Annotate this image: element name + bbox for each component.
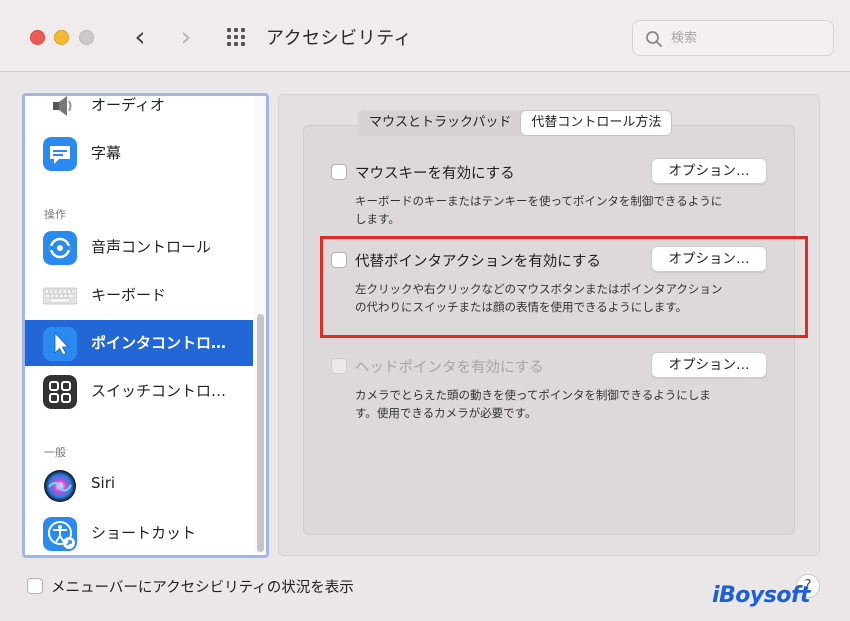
forward-button[interactable]: › bbox=[174, 22, 198, 52]
sidebar-item-label: 音声コントロール bbox=[91, 238, 212, 256]
voice-control-icon bbox=[43, 231, 77, 265]
search-icon bbox=[646, 31, 662, 47]
close-window-button[interactable] bbox=[30, 30, 45, 45]
switch-control-icon bbox=[43, 375, 77, 409]
captions-icon bbox=[43, 137, 77, 171]
sidebar-item-shortcut[interactable]: ショートカット bbox=[25, 510, 253, 555]
highlight-annotation bbox=[320, 236, 808, 338]
keyboard-icon bbox=[43, 287, 77, 305]
grid-icon[interactable] bbox=[226, 27, 246, 47]
segmented-tabs: マウスとトラックパッド 代替コントロール方法 bbox=[358, 110, 673, 136]
sidebar-item-label: ポインタコントロ… bbox=[91, 334, 227, 352]
speaker-icon bbox=[43, 96, 77, 123]
tab-mouse-trackpad[interactable]: マウスとトラックパッド bbox=[359, 111, 521, 135]
option-title: ヘッドポインタを有効にする bbox=[355, 360, 544, 376]
show-in-menubar-checkbox[interactable] bbox=[27, 578, 43, 594]
sidebar: オーディオ 字幕 操作 音声コントロール キーボード ポインタコントロ… スイッ… bbox=[22, 93, 269, 558]
sidebar-item-label: ショートカット bbox=[91, 524, 197, 542]
watermark-logo: iBoysoft bbox=[712, 583, 811, 608]
minimize-window-button[interactable] bbox=[54, 30, 69, 45]
sidebar-scrollbar-thumb[interactable] bbox=[257, 314, 264, 552]
show-in-menubar-label[interactable]: メニューバーにアクセシビリティの状況を表示 bbox=[51, 576, 354, 597]
sidebar-item-label: Siri bbox=[91, 474, 116, 492]
sidebar-item-captions[interactable]: 字幕 bbox=[25, 130, 253, 176]
mouse-keys-checkbox[interactable] bbox=[331, 164, 347, 180]
pointer-icon bbox=[43, 327, 77, 361]
back-button[interactable]: ‹ bbox=[128, 22, 152, 52]
head-pointer-checkbox bbox=[331, 358, 347, 374]
tab-alternate-control-methods[interactable]: 代替コントロール方法 bbox=[521, 111, 672, 135]
sidebar-item-label: オーディオ bbox=[91, 96, 165, 114]
zoom-window-button[interactable] bbox=[79, 30, 94, 45]
sidebar-item-keyboard[interactable]: キーボード bbox=[25, 272, 253, 318]
sidebar-item-pointer-control[interactable]: ポインタコントロ… bbox=[25, 320, 253, 366]
search-input[interactable] bbox=[671, 27, 821, 49]
settings-window: ‹ › アクセシビリティ オーデ bbox=[0, 0, 850, 621]
accessibility-shortcut-icon bbox=[43, 517, 77, 551]
sidebar-section-header: 一般 bbox=[44, 446, 66, 459]
sidebar-item-audio[interactable]: オーディオ bbox=[25, 96, 253, 128]
window-title: アクセシビリティ bbox=[266, 28, 413, 49]
sidebar-section-header: 操作 bbox=[44, 208, 66, 221]
sidebar-item-switch-control[interactable]: スイッチコントロ… bbox=[25, 368, 253, 414]
siri-icon bbox=[44, 470, 76, 502]
mouse-keys-options-button[interactable]: オプション… bbox=[651, 158, 767, 184]
option-description: カメラでとらえた頭の動きを使ってポインタを制御できるようにします。使用できるカメ… bbox=[355, 388, 711, 420]
sidebar-item-voice-control[interactable]: 音声コントロール bbox=[25, 224, 253, 270]
sidebar-item-label: スイッチコントロ… bbox=[91, 382, 227, 400]
title-bar: ‹ › アクセシビリティ bbox=[0, 0, 850, 72]
option-title[interactable]: マウスキーを有効にする bbox=[355, 162, 515, 183]
sidebar-item-label: 字幕 bbox=[91, 144, 122, 162]
option-description: キーボードのキーまたはテンキーを使ってポインタを制御できるようにします。 bbox=[355, 194, 723, 226]
sidebar-item-label: キーボード bbox=[91, 286, 167, 304]
sidebar-item-siri[interactable]: Siri bbox=[25, 462, 253, 508]
search-field[interactable] bbox=[632, 20, 834, 56]
head-pointer-options-button[interactable]: オプション… bbox=[651, 352, 767, 378]
